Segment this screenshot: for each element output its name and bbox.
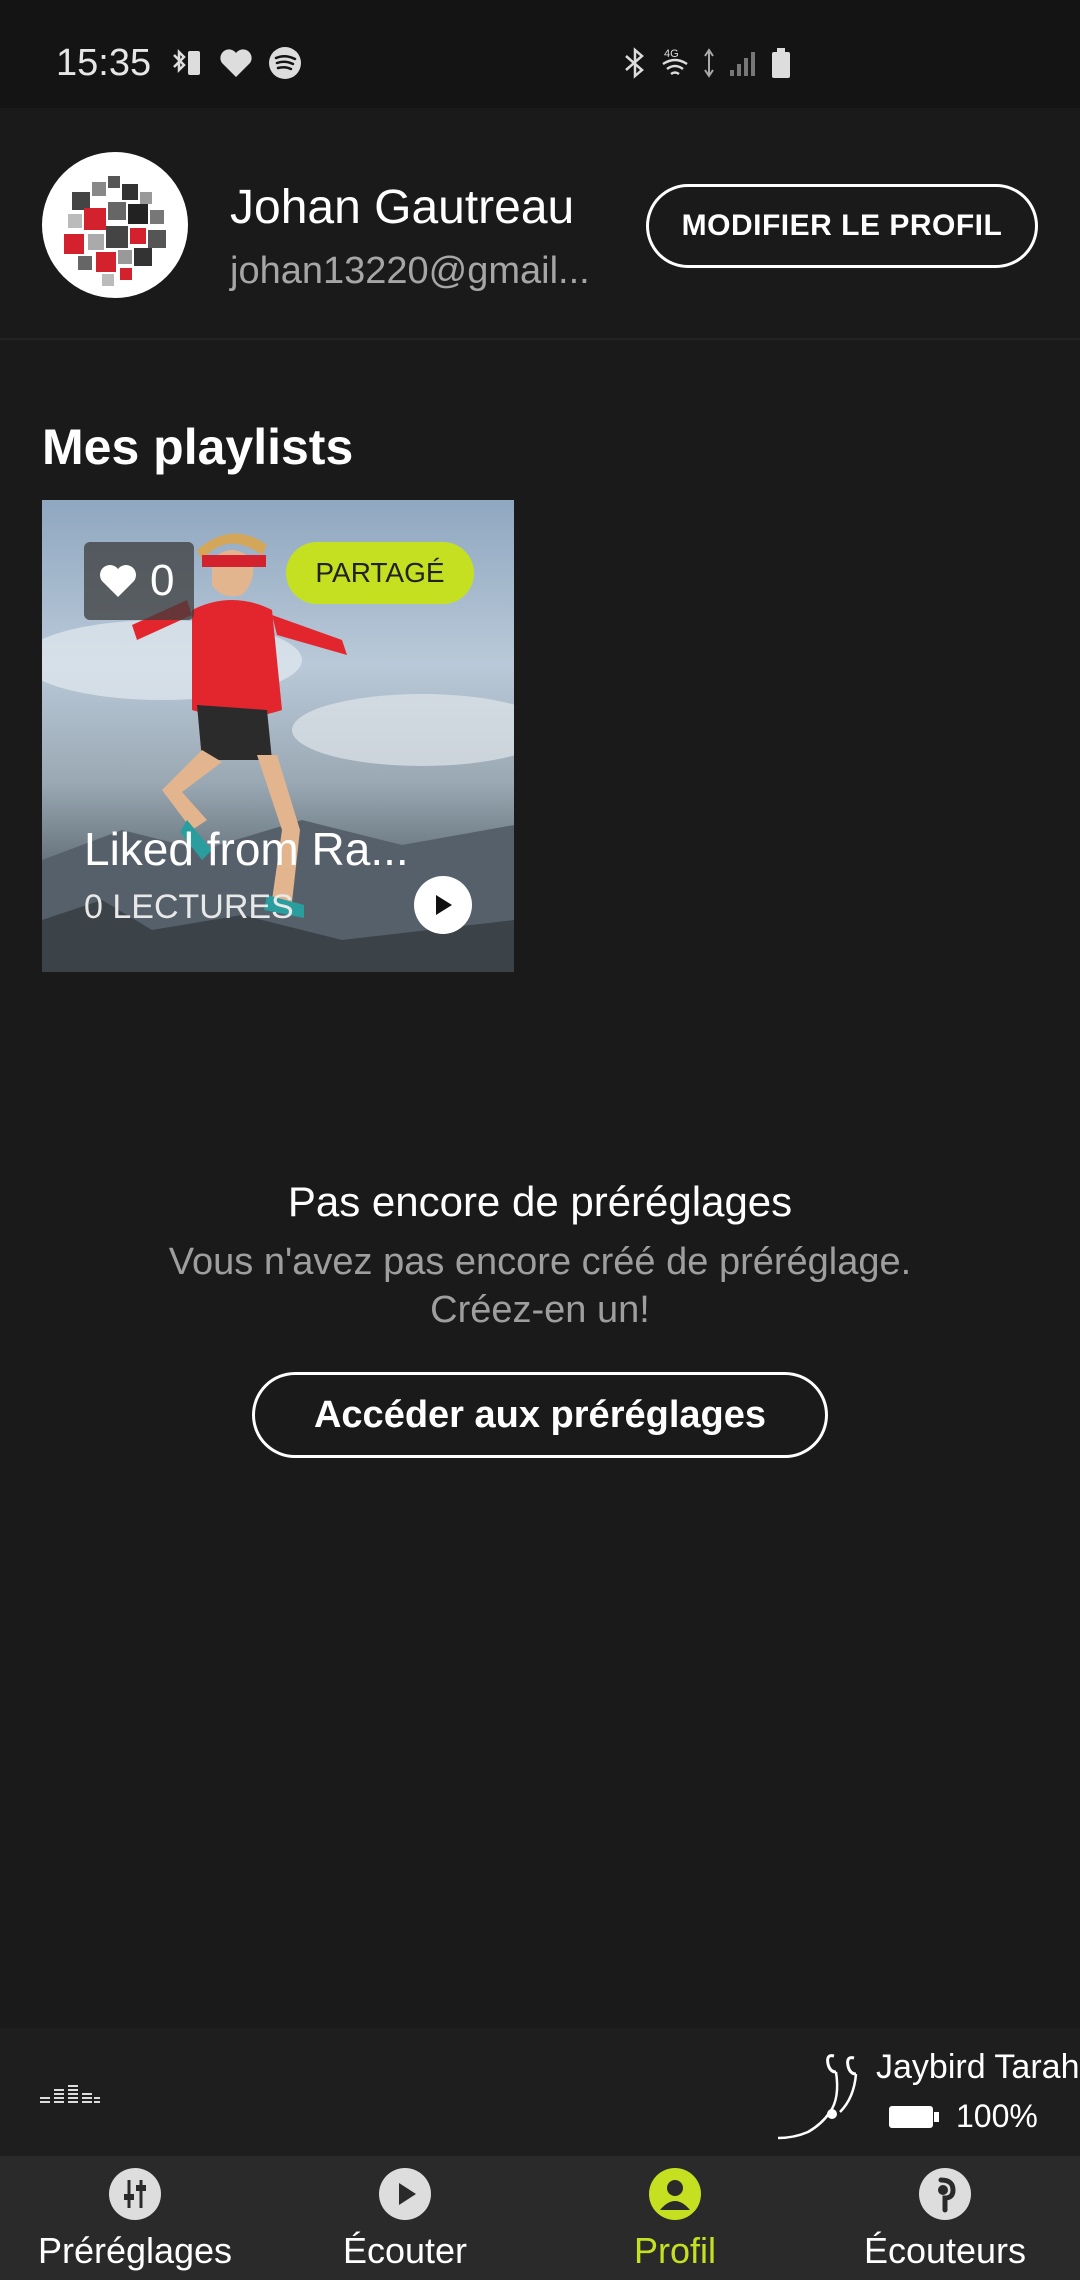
nav-label: Profil [633, 2230, 717, 2271]
status-time: 15:35 [56, 42, 152, 84]
battery-icon [772, 48, 790, 78]
avatar[interactable] [42, 152, 188, 298]
sliders-icon [109, 2168, 161, 2220]
shared-badge: PARTAGÉ [286, 542, 474, 604]
bluetooth-icon [625, 47, 644, 79]
playlist-play-count: 0 LECTURES [84, 888, 294, 926]
device-bar[interactable]: Jaybird Tarah 100% [0, 2028, 1080, 2156]
user-email: johan13220@gmail... [230, 250, 590, 292]
nav-item-listen[interactable]: Écouter [270, 2156, 540, 2280]
go-to-presets-button[interactable]: Accéder aux préréglages [252, 1372, 828, 1458]
playlists-section-title: Mes playlists [42, 419, 354, 475]
play-button[interactable] [414, 876, 472, 934]
bottom-nav: Préréglages Écouter Profil Écouteurs [0, 2156, 1080, 2280]
like-badge[interactable]: 0 [84, 542, 194, 620]
nav-item-profile[interactable]: Profil [540, 2156, 810, 2280]
earbud-icon [919, 2168, 971, 2220]
edit-profile-button[interactable]: MODIFIER LE PROFIL [646, 184, 1038, 268]
data-arrows-icon [704, 48, 714, 78]
play-icon [436, 895, 452, 915]
nav-label: Préréglages [37, 2230, 233, 2271]
heart-icon [100, 565, 136, 597]
nav-label: Écouter [342, 2230, 468, 2271]
empty-presets-title: Pas encore de préréglages [287, 1178, 793, 1225]
heart-icon [220, 49, 252, 77]
empty-presets-description: Vous n'avez pas encore créé de préréglag… [168, 1241, 912, 1331]
play-icon [379, 2168, 431, 2220]
playlist-card[interactable]: 0 PARTAGÉ Liked from Ra... 0 LECTURES [42, 500, 514, 972]
profile-header: Johan Gautreau johan13220@gmail... MODIF… [0, 108, 1080, 340]
device-battery-level: 100% [956, 2098, 1038, 2134]
nav-item-presets[interactable]: Préréglages [0, 2156, 270, 2280]
svg-text:4G: 4G [664, 48, 679, 60]
earbuds-icon [777, 2054, 858, 2140]
status-bar: 15:35 4G [0, 0, 1080, 108]
spotify-icon [269, 47, 301, 79]
nav-item-earbuds[interactable]: Écouteurs [810, 2156, 1080, 2280]
user-name: Johan Gautreau [230, 181, 575, 234]
device-battery-icon [889, 2105, 939, 2128]
bluetooth-battery-icon [173, 48, 200, 75]
nav-label: Écouteurs [863, 2230, 1027, 2271]
profile-icon [649, 2168, 701, 2220]
like-count: 0 [150, 556, 175, 605]
playlist-title: Liked from Ra... [84, 823, 409, 875]
wifi-4g-icon: 4G [662, 48, 688, 76]
avatar-mosaic-icon [64, 176, 166, 286]
signal-icon [730, 52, 755, 76]
equalizer-icon[interactable] [38, 2080, 102, 2104]
device-name: Jaybird Tarah [876, 2048, 1080, 2086]
